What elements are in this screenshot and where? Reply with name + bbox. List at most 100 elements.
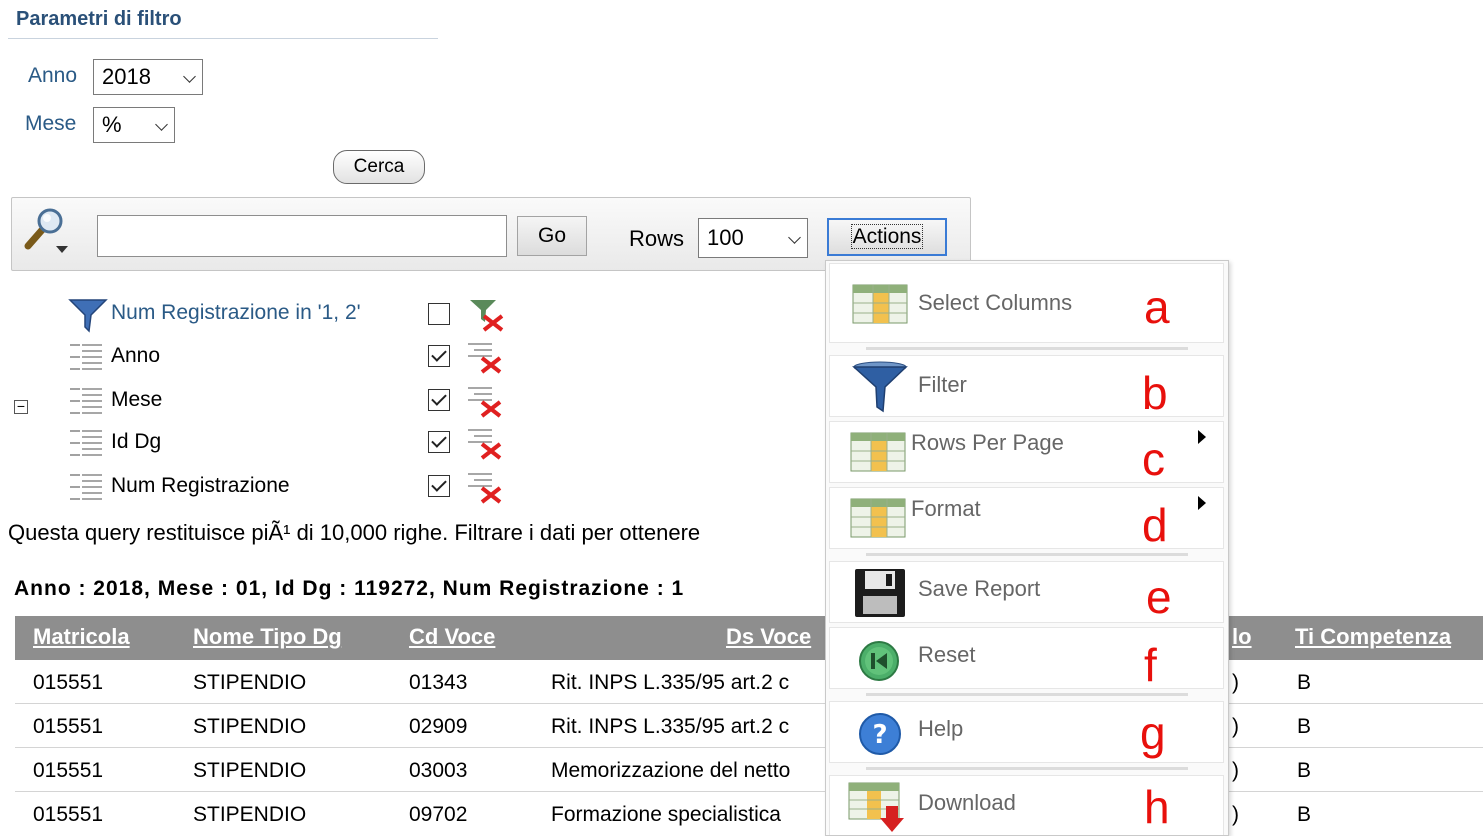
anno-select-value: 2018: [102, 64, 151, 89]
menu-item-label: Format: [911, 496, 981, 521]
filter-label[interactable]: Num Registrazione in '1, 2': [111, 301, 361, 325]
control-break-header: Anno : 2018, Mese : 01, Id Dg : 119272, …: [14, 577, 685, 600]
table-cell: ): [1232, 671, 1239, 694]
collapse-icon[interactable]: −: [14, 399, 28, 414]
control-break-icon: [68, 471, 106, 503]
filter-label[interactable]: Num Registrazione: [111, 474, 290, 498]
column-header-matricola[interactable]: Matricola: [33, 624, 130, 650]
floppy-disk-icon: [854, 568, 906, 618]
remove-filter-icon[interactable]: [466, 426, 504, 460]
remove-filter-icon[interactable]: [466, 384, 504, 418]
submenu-arrow-icon: [1198, 430, 1206, 444]
row-divider: [15, 703, 1483, 704]
menu-item-help[interactable]: ? Help g: [829, 701, 1224, 763]
reset-icon: [858, 640, 900, 682]
column-header-nome-tipo-dg[interactable]: Nome Tipo Dg: [193, 624, 342, 650]
table-cell: B: [1297, 759, 1312, 782]
table-cell: STIPENDIO: [193, 715, 307, 738]
filter-enable-checkbox[interactable]: [428, 345, 450, 367]
rows-label: Rows: [629, 226, 685, 251]
row-divider: [15, 791, 1483, 792]
filter-enable-checkbox[interactable]: [428, 303, 450, 325]
column-header-partial[interactable]: lo: [1232, 624, 1252, 650]
menu-separator: [866, 693, 1188, 696]
table-cell: B: [1297, 803, 1312, 826]
column-header-cd-voce[interactable]: Cd Voce: [409, 624, 495, 650]
filter-label[interactable]: Mese: [111, 388, 162, 412]
funnel-icon: [68, 297, 108, 333]
format-icon: [850, 498, 908, 540]
chevron-down-icon: [788, 231, 801, 244]
menu-separator: [866, 347, 1188, 350]
menu-item-save-report[interactable]: Save Report e: [829, 561, 1224, 623]
filter-label[interactable]: Anno: [111, 344, 160, 368]
table-cell: 015551: [33, 715, 104, 738]
table-cell: 015551: [33, 671, 104, 694]
search-icon[interactable]: [22, 206, 74, 256]
menu-item-label: Help: [918, 716, 964, 741]
rows-per-page-icon: [850, 432, 908, 474]
table-cell: 09702: [409, 803, 468, 826]
search-input[interactable]: [97, 215, 507, 257]
menu-item-download[interactable]: Download h: [829, 775, 1224, 835]
menu-item-rows-per-page[interactable]: Rows Per Page c: [829, 421, 1224, 485]
table-cell: ): [1232, 803, 1239, 826]
menu-item-label: Reset: [918, 642, 976, 667]
annotation-letter: f: [1144, 639, 1157, 691]
chevron-down-icon: [155, 118, 168, 131]
column-header-ds-voce[interactable]: Ds Voce: [726, 624, 811, 650]
annotation-letter: a: [1144, 281, 1170, 333]
row-divider: [15, 747, 1483, 748]
control-break-icon: [68, 341, 106, 373]
table-cell: Rit. INPS L.335/95 art.2 c: [551, 715, 790, 738]
select-columns-icon: [852, 284, 910, 326]
menu-item-filter[interactable]: Filter b: [829, 355, 1224, 419]
rows-select-value: 100: [707, 225, 744, 250]
filter-enable-checkbox[interactable]: [428, 431, 450, 453]
menu-item-label: Rows Per Page: [911, 430, 1064, 455]
menu-item-label: Filter: [918, 372, 967, 397]
download-icon: [848, 782, 910, 834]
mese-label: Mese: [25, 112, 77, 135]
table-cell: Rit. INPS L.335/95 art.2 c: [551, 671, 790, 694]
mese-select[interactable]: %: [93, 107, 175, 143]
anno-label: Anno: [28, 64, 78, 87]
table-cell: 02909: [409, 715, 468, 738]
menu-item-format[interactable]: Format d: [829, 487, 1224, 551]
table-cell: 01343: [409, 671, 468, 694]
table-cell: B: [1297, 671, 1312, 694]
rows-select[interactable]: 100: [698, 218, 808, 258]
table-cell: Memorizzazione del netto: [551, 759, 791, 782]
control-break-icon: [68, 385, 106, 417]
actions-button[interactable]: Actions: [827, 218, 947, 256]
filter-enable-checkbox[interactable]: [428, 389, 450, 411]
table-cell: STIPENDIO: [193, 803, 307, 826]
remove-filter-icon[interactable]: [466, 340, 504, 374]
filter-label[interactable]: Id Dg: [111, 430, 161, 454]
table-cell: B: [1297, 715, 1312, 738]
table-cell: STIPENDIO: [193, 759, 307, 782]
cerca-button[interactable]: Cerca: [333, 150, 425, 184]
filter-icon: [852, 361, 908, 413]
column-header-ti-competenza[interactable]: Ti Competenza: [1295, 624, 1451, 650]
submenu-arrow-icon: [1198, 496, 1206, 510]
table-cell: ): [1232, 759, 1239, 782]
remove-filter-icon[interactable]: [466, 470, 504, 504]
menu-item-label: Select Columns: [918, 290, 1073, 315]
go-button[interactable]: Go: [517, 216, 587, 256]
filter-enable-checkbox[interactable]: [428, 475, 450, 497]
anno-select[interactable]: 2018: [93, 59, 203, 95]
query-limit-message: Questa query restituisce piÃ¹ di 10,000 …: [8, 520, 701, 545]
table-cell: ): [1232, 715, 1239, 738]
params-title: Parametri di filtro: [16, 8, 182, 30]
params-divider: [8, 38, 438, 39]
menu-item-label: Save Report: [918, 576, 1041, 601]
annotation-letter: e: [1146, 571, 1172, 623]
svg-text:?: ?: [872, 720, 887, 750]
menu-item-select-columns[interactable]: Select Columns a: [829, 263, 1224, 343]
remove-filter-icon[interactable]: [468, 298, 506, 332]
menu-item-reset[interactable]: Reset f: [829, 627, 1224, 691]
table-cell: 015551: [33, 759, 104, 782]
table-cell: Formazione specialistica: [551, 803, 781, 826]
table-cell: STIPENDIO: [193, 671, 307, 694]
